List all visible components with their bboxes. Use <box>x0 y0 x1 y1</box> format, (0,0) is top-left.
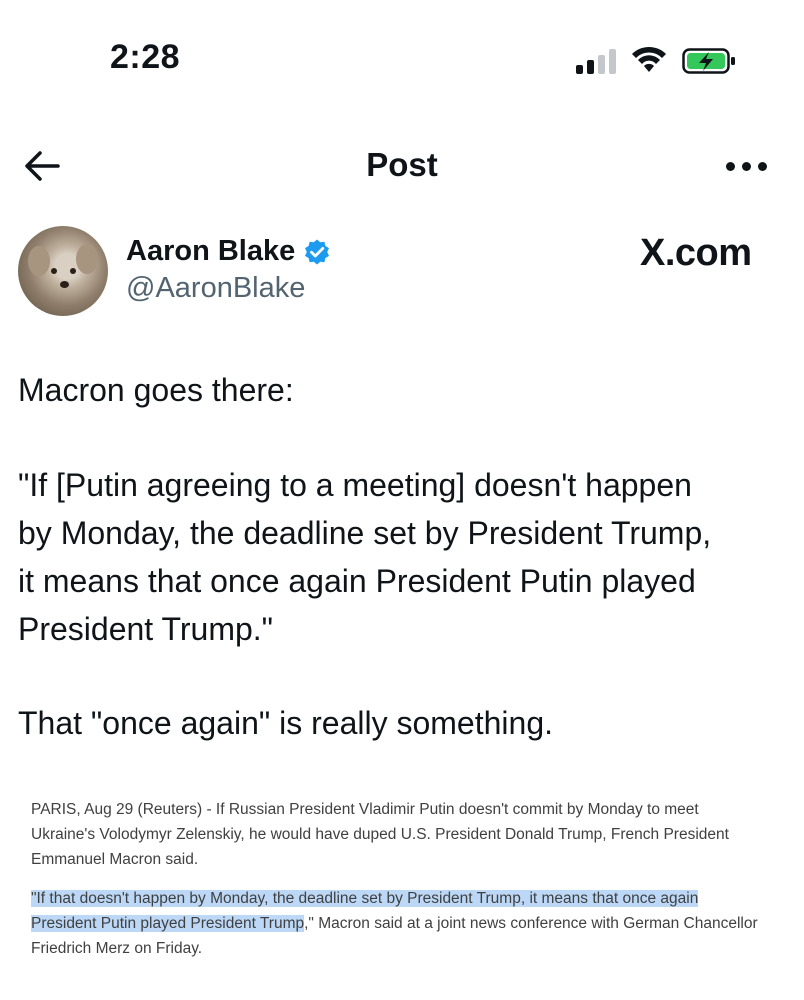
post-text-line: Macron goes there: <box>18 372 294 408</box>
highlighted-quote: "If that doesn't happen by Monday, the d… <box>31 890 699 907</box>
article-text-line: Ukraine's Volodymyr Zelenskiy, he would … <box>31 826 729 843</box>
post-text-line: by Monday, the deadline set by President… <box>18 515 712 551</box>
cellular-signal-icon <box>576 48 618 74</box>
more-options-icon[interactable] <box>726 156 770 176</box>
article-quote-line: "If that doesn't happen by Monday, the d… <box>31 886 699 911</box>
author-name-text[interactable]: Aaron Blake <box>126 235 295 268</box>
battery-charging-icon <box>682 48 735 74</box>
page-title: Post <box>366 146 438 183</box>
status-time: 2:28 <box>110 38 181 76</box>
article-quote-line: President Putin played President Trump,"… <box>31 911 758 936</box>
article-text: ," Macron said at a joint news conferenc… <box>304 915 758 932</box>
article-text-line: Friedrich Merz on Friday. <box>31 940 203 957</box>
post-text-line: That "once again" is really something. <box>18 705 553 741</box>
avatar[interactable] <box>18 226 108 316</box>
wifi-icon <box>632 46 666 72</box>
author-handle[interactable]: @AaronBlake <box>126 272 305 305</box>
x-logo: X.com <box>640 232 752 274</box>
post-text-line: President Trump." <box>18 611 274 647</box>
article-text-line: PARIS, Aug 29 (Reuters) - If Russian Pre… <box>31 801 699 818</box>
post-text-line: "If [Putin agreeing to a meeting] doesn'… <box>18 467 692 503</box>
highlighted-quote: President Putin played President Trump <box>31 915 305 932</box>
verified-badge-icon <box>305 239 330 264</box>
article-text-line: Emmanuel Macron said. <box>31 851 199 868</box>
post-text-line: it means that once again President Putin… <box>18 563 696 599</box>
author-name[interactable]: Aaron Blake <box>126 235 331 268</box>
